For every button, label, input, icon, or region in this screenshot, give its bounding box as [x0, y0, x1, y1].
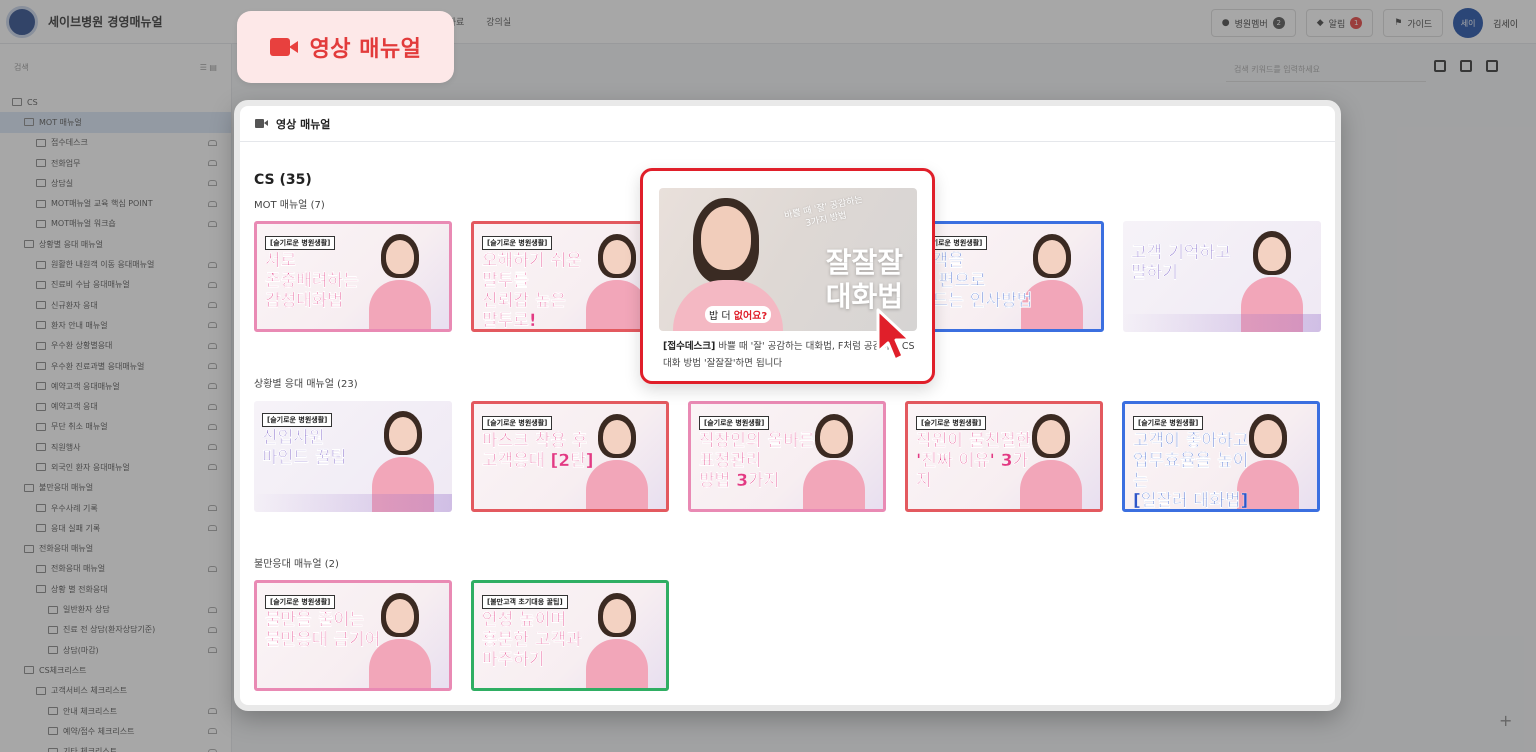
video-thumbnail[interactable]: [슬기로운 병원생활] 직장인의 올바른 표정관리 방법 3가지	[688, 401, 886, 512]
video-tag: [슬기로운 병원생활]	[482, 416, 553, 430]
video-title: 서로 존중배려하는 감성대화법	[265, 251, 359, 311]
video-tag: [불만고객 초기대응 꿀팁]	[482, 595, 568, 609]
video-tag: [슬기로운 병원생활]	[1133, 416, 1204, 430]
video-tag: [슬기로운 병원생활]	[916, 416, 987, 430]
add-icon[interactable]: +	[1499, 711, 1512, 730]
video-camera-icon	[269, 38, 298, 56]
thumbnail-bar	[1123, 314, 1321, 332]
video-title: 직원이 불친절한 '진짜 이유' 3가지	[916, 431, 1032, 491]
video-tag: [슬기로운 병원생활]	[262, 413, 333, 427]
video-title: 고객이 좋아하고 업무효율을 높이는 [일잘러 대화법]	[1133, 431, 1249, 511]
video-title: 고객 기억하고 말하기	[1131, 243, 1231, 283]
video-thumbnail[interactable]: [슬기로운 병원생활] 마스크 착용 후 고객응대 [2탄]	[471, 401, 669, 512]
video-title: 불만을 줄이는 불만응대 금기어	[265, 610, 381, 650]
video-title: 마스크 착용 후 고객응대 [2탄]	[482, 431, 594, 471]
video-thumbnail[interactable]: [슬기로운 병원생활] 서로 존중배려하는 감성대화법	[254, 221, 452, 332]
video-title: 언성 높이며 흥분한 고객과 마주하기	[482, 610, 582, 670]
video-tag: [슬기로운 병원생활]	[482, 236, 553, 250]
video-title: 고객을 내 편으로 만드는 인사방법	[917, 251, 1033, 311]
video-tag: [슬기로운 병원생활]	[265, 236, 336, 250]
video-thumbnail[interactable]: [슬기로운 병원생활]고객을 내 편으로 만드는 인사방법	[906, 221, 1104, 332]
modal-header: 영상 매뉴얼	[240, 106, 1335, 142]
video-thumbnail[interactable]: 고객 기억하고 말하기	[1123, 221, 1321, 332]
video-tag: [슬기로운 병원생활]	[699, 416, 770, 430]
featured-subtitle: 바쁠 때 '잘' 공감하는 3가지 방법	[783, 194, 864, 230]
modal-title: 영상 매뉴얼	[276, 117, 331, 131]
callout-label: 영상 매뉴얼	[309, 37, 422, 62]
group-title-complaint: 불만응대 매뉴얼 (2)	[254, 559, 339, 570]
video-thumbnail[interactable]: [불만고객 초기대응 꿀팁] 언성 높이며 흥분한 고객과 마주하기	[471, 580, 669, 691]
video-manual-callout: 영상 매뉴얼	[237, 11, 454, 83]
video-tag: [슬기로운 병원생활]	[265, 595, 336, 609]
pointer-cursor-icon	[876, 308, 912, 362]
video-thumbnail[interactable]: [슬기로운 병원생활] 신입사원 마인드 꿀팁	[254, 401, 452, 512]
video-title: 오해하기 쉬운 말투를 신뢰감 높은 말투로!	[482, 251, 582, 331]
bubble-highlight: 없어요?	[733, 311, 768, 322]
video-title: 직장인의 올바른 표정관리 방법 3가지	[699, 431, 815, 491]
featured-big-text: 잘잘잘 대화법	[825, 246, 903, 313]
video-camera-icon	[255, 119, 268, 128]
group-title-situation: 상황별 응대 매뉴얼 (23)	[254, 379, 358, 390]
video-thumbnail[interactable]: [슬기로운 병원생활] 불만을 줄이는 불만응대 금기어	[254, 580, 452, 691]
video-title: 신입사원 마인드 꿀팁	[262, 428, 347, 468]
group-title-mot: MOT 매뉴얼 (7)	[254, 200, 325, 211]
speech-bubble: 밥 더 없어요?	[705, 306, 772, 323]
thumbnail-bar	[254, 494, 452, 512]
video-thumbnail[interactable]: [슬기로운 병원생활] 직원이 불친절한 '진짜 이유' 3가지	[905, 401, 1103, 512]
featured-desc-category: [접수데스크]	[663, 341, 716, 352]
video-thumbnail[interactable]: [슬기로운 병원생활] 고객이 좋아하고 업무효율을 높이는 [일잘러 대화법]	[1122, 401, 1320, 512]
bubble-prefix: 밥 더	[709, 311, 734, 322]
section-title: CS (35)	[254, 172, 312, 188]
